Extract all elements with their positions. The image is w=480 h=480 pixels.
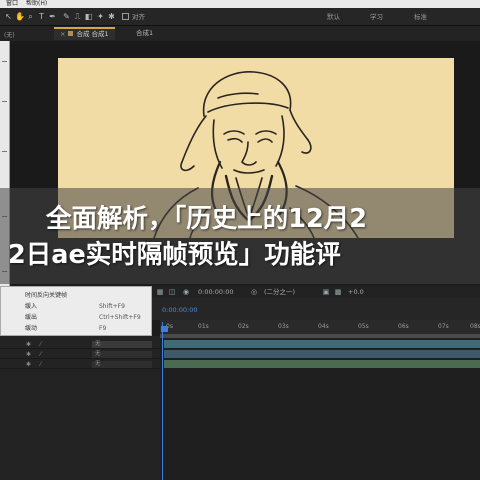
solo-icon[interactable]: ✱ bbox=[26, 360, 31, 369]
puppet-tool-icon[interactable]: ✱ bbox=[107, 12, 116, 21]
region-icon[interactable]: ▣ bbox=[322, 288, 330, 296]
menu-item-ease-out[interactable]: 缓出 bbox=[25, 313, 37, 322]
brush-tool-icon[interactable]: ✎ bbox=[62, 12, 71, 21]
composition-tab-label: 合成 合成1 bbox=[76, 30, 109, 38]
composition-header: × 合成 合成1 合成1 bbox=[40, 26, 480, 41]
snapshot-icon[interactable]: ◎ bbox=[250, 288, 258, 296]
tick-label: 07s bbox=[438, 323, 449, 330]
shortcut-ease-out: Ctrl+Shift+F9 bbox=[99, 314, 141, 321]
layer-panel: ✱ ⁄ 无 ✱ ⁄ 无 ✱ ⁄ 无 bbox=[0, 336, 160, 480]
toolbar: ↖ ✋ ⌕ T ✒ ✎ ⎍ ◧ ✦ ✱ 对齐 默认 学习 标准 bbox=[0, 8, 480, 26]
lock-icon[interactable]: ⁄ bbox=[40, 350, 41, 359]
timeline-area[interactable]: 0s 01s 02s 03s 04s 05s 06s 07s 08s bbox=[160, 320, 480, 480]
composition-tab[interactable]: × 合成 合成1 bbox=[54, 27, 115, 40]
layer-row[interactable]: ✱ ⁄ 无 bbox=[0, 350, 160, 359]
zoom-tool-icon[interactable]: ⌕ bbox=[26, 12, 35, 21]
tick-label: 04s bbox=[318, 323, 329, 330]
hand-tool-icon[interactable]: ✋ bbox=[15, 12, 25, 21]
overlay-title-line-2: 2日ae实时隔帧预览」功能评 bbox=[8, 240, 341, 270]
transparency-icon[interactable]: ▩ bbox=[334, 288, 342, 296]
text-tool-icon[interactable]: T bbox=[37, 12, 46, 21]
layer-track[interactable] bbox=[164, 340, 480, 348]
menu-window[interactable]: 窗口 bbox=[6, 0, 18, 8]
viewer-control-bar: ▦ ◫ ◉ 0:00:00:00 ◎ (二分之一) ▣ ▩ +0.0 bbox=[152, 286, 480, 298]
parent-select[interactable]: 无 bbox=[92, 351, 152, 358]
layer-track[interactable] bbox=[164, 360, 480, 368]
cti-handle[interactable] bbox=[161, 326, 168, 332]
grid-icon[interactable]: ▦ bbox=[156, 288, 164, 296]
menu-item-ease-in[interactable]: 缓入 bbox=[25, 302, 37, 311]
tick-label: 02s bbox=[238, 323, 249, 330]
project-panel-header: (无) bbox=[0, 26, 40, 41]
workspace-default[interactable]: 默认 bbox=[327, 12, 340, 22]
roto-tool-icon[interactable]: ✦ bbox=[96, 12, 105, 21]
project-label: (无) bbox=[4, 32, 15, 39]
menu-bar: 窗口 帮助(H) bbox=[0, 0, 480, 8]
parent-select[interactable]: 无 bbox=[92, 341, 152, 348]
tick-label: 08s bbox=[470, 323, 480, 330]
menu-divider bbox=[2, 151, 7, 152]
layer-row[interactable]: ✱ ⁄ 无 bbox=[0, 340, 160, 349]
lock-icon[interactable]: ⁄ bbox=[40, 340, 41, 349]
pen-tool-icon[interactable]: ✒ bbox=[48, 12, 57, 21]
close-icon[interactable]: × bbox=[60, 30, 65, 38]
menu-divider bbox=[2, 61, 7, 62]
layer-track[interactable] bbox=[164, 350, 480, 358]
workspace-learn[interactable]: 学习 bbox=[370, 12, 383, 22]
solo-icon[interactable]: ✱ bbox=[26, 340, 31, 349]
tick-label: 05s bbox=[358, 323, 369, 330]
menu-item-easy-ease[interactable]: 缓动 bbox=[25, 324, 37, 333]
title-overlay: 全面解析，「历史上的12月2 2日ae实时隔帧预览」功能评 bbox=[0, 188, 480, 284]
composition-breadcrumb[interactable]: 合成1 bbox=[136, 29, 153, 38]
tick-label: 03s bbox=[278, 323, 289, 330]
exposure-value[interactable]: +0.0 bbox=[348, 288, 364, 296]
mask-icon[interactable]: ◫ bbox=[168, 288, 176, 296]
menu-help[interactable]: 帮助(H) bbox=[26, 0, 47, 8]
snap-checkbox[interactable] bbox=[122, 13, 129, 20]
tick-label: 06s bbox=[398, 323, 409, 330]
time-ruler[interactable]: 0s 01s 02s 03s 04s 05s 06s 07s 08s bbox=[160, 320, 480, 334]
stamp-tool-icon[interactable]: ⎍ bbox=[73, 12, 82, 21]
tick-label: 01s bbox=[198, 323, 209, 330]
comp-color-swatch bbox=[68, 31, 74, 36]
workspace-standard[interactable]: 标准 bbox=[414, 12, 427, 22]
solo-icon[interactable]: ✱ bbox=[26, 350, 31, 359]
current-time[interactable]: 0:00:00:00 bbox=[198, 288, 234, 296]
menu-item-time-reverse[interactable]: 时间反向关键帧 bbox=[25, 291, 67, 300]
camera-icon[interactable]: ◉ bbox=[182, 288, 190, 296]
menu-divider bbox=[2, 101, 7, 102]
snap-label: 对齐 bbox=[132, 13, 145, 21]
overlay-title-line-1: 全面解析，「历史上的12月2 bbox=[46, 204, 367, 234]
context-menu: 时间反向关键帧 缓入 Shift+F9 缓出 Ctrl+Shift+F9 缓动 … bbox=[0, 286, 152, 336]
timeline-timecode[interactable]: 0:00:00:00 bbox=[162, 306, 198, 314]
lock-icon[interactable]: ⁄ bbox=[40, 360, 41, 369]
shortcut-easy-ease: F9 bbox=[99, 325, 107, 332]
timeline-header: 0:00:00:00 bbox=[152, 298, 480, 320]
resolution-select[interactable]: (二分之一) bbox=[264, 288, 295, 296]
shortcut-ease-in: Shift+F9 bbox=[99, 303, 125, 310]
eraser-tool-icon[interactable]: ◧ bbox=[84, 12, 93, 21]
work-area-bar[interactable] bbox=[160, 334, 480, 338]
parent-select[interactable]: 无 bbox=[92, 361, 152, 368]
selection-tool-icon[interactable]: ↖ bbox=[4, 12, 13, 21]
layer-row[interactable]: ✱ ⁄ 无 bbox=[0, 360, 160, 369]
current-time-indicator[interactable] bbox=[161, 322, 168, 480]
